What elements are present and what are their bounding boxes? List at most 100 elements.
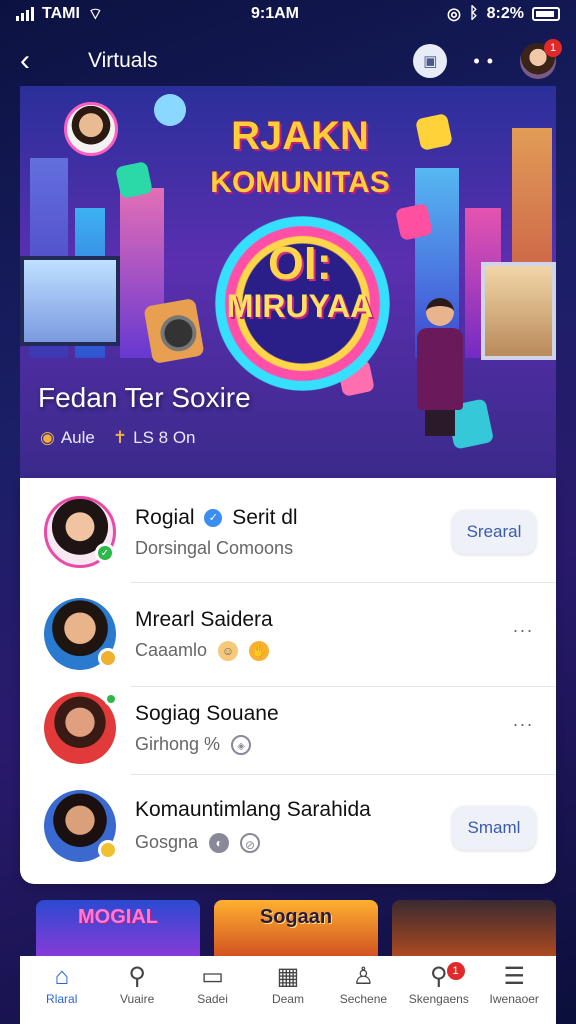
status-time: 9:1AM (251, 5, 300, 22)
briefcase-icon: ▭ (201, 963, 224, 990)
list-item-subtitle: Dorsingal Comoons (135, 538, 294, 558)
tab-menu[interactable]: ☰ Iwenaoer (477, 962, 552, 1024)
tab-label: Rlaral (46, 992, 78, 1006)
list-item-subtitle: Gosgna ◐ ⊘ (135, 832, 261, 854)
game-icon (115, 161, 153, 199)
ball-icon (415, 113, 453, 151)
wifi-icon: ⌔ (87, 6, 103, 23)
video-screen-left (20, 256, 120, 346)
hero-title-secondary: KOMUNITAS (210, 166, 390, 199)
hero-meta: ◉ Aule ✝ LS 8 On (40, 428, 196, 448)
tab-home[interactable]: ⌂ Rlaral (24, 962, 99, 1024)
hero-badge-text: OI: (268, 237, 332, 289)
presenter-illustration (415, 298, 465, 440)
speaker-icon (143, 297, 205, 365)
chat-bubble-icon (151, 91, 189, 129)
tab-label: Sadei (197, 992, 228, 1006)
avatar[interactable] (44, 790, 118, 862)
person-icon: ♙ (352, 963, 375, 990)
thumbnail-card[interactable]: MOGIAL (36, 900, 200, 958)
calendar-icon: ▦ (276, 963, 300, 990)
compass-icon: ◐ (209, 833, 230, 854)
battery-icon (531, 7, 560, 21)
divider (130, 774, 556, 775)
online-indicator (98, 840, 118, 860)
notification-badge: 1 (446, 962, 465, 980)
tab-label: Iwenaoer (489, 992, 539, 1006)
chat-search-icon: ⚲ (430, 963, 448, 990)
join-button[interactable]: Srearal (452, 510, 536, 554)
video-screen-right (481, 262, 556, 360)
profile-avatar[interactable]: 1 (520, 39, 562, 79)
more-options-button[interactable]: ... (513, 616, 534, 637)
bottom-tab-bar: ⌂ Rlaral ⚲ Vuaire ▭ Sadei ▦ Deam ♙ Seche… (20, 956, 556, 1024)
more-options-button[interactable]: ... (513, 710, 534, 731)
join-button[interactable]: Smaml (452, 806, 536, 850)
carrier-label: TAMI (42, 5, 80, 22)
location-icon: ◉ (40, 428, 55, 447)
bluetooth-icon: ᛒ (469, 5, 479, 22)
host-avatar (64, 102, 118, 156)
thumbnail-strip: MOGIAL Sogaan (36, 900, 556, 958)
verified-icon: ✓ (204, 509, 223, 528)
notification-badge: 1 (544, 39, 562, 57)
subtitle-text: Girhong % (135, 734, 221, 754)
hero-meta-time: LS 8 On (133, 428, 196, 447)
tab-label: Vuaire (120, 992, 155, 1006)
tab-profile[interactable]: ♙ Sechene (326, 962, 401, 1024)
hero-banner[interactable]: RJAKN KOMUNITAS OI: MIRUYAA Fedan Ter So… (20, 86, 556, 478)
tab-search[interactable]: ⚲ Vuaire (99, 962, 174, 1024)
tv-icon[interactable]: ▣ (413, 44, 448, 78)
list-item-subtitle: Caaamlo ☺ ✋ (135, 640, 270, 662)
tab-calendar[interactable]: ▦ Deam (250, 962, 325, 1024)
star-icon (395, 203, 433, 241)
online-indicator (98, 648, 118, 668)
tab-briefcase[interactable]: ▭ Sadei (175, 962, 250, 1024)
community-name-suffix: Serit dl (232, 506, 298, 529)
subtitle-text: Gosgna (135, 832, 199, 852)
list-item-name[interactable]: Komauntimlang Sarahida (135, 798, 371, 822)
battery-percent: 8:2% (486, 5, 524, 22)
thumbnail-card[interactable] (392, 900, 556, 958)
tab-label: Deam (271, 992, 304, 1006)
home-icon: ⌂ (54, 963, 69, 990)
emoji-icon: ☺ (218, 641, 239, 662)
list-item-name[interactable]: Rogial ✓ Serit dl (135, 506, 298, 530)
alarm-icon: ◎ (447, 6, 462, 23)
hero-badge-subtext: MIRUYAA (226, 288, 374, 324)
avatar[interactable] (44, 692, 118, 764)
mute-icon: ⊘ (240, 833, 261, 854)
list-item-subtitle: Girhong % ◈ (135, 734, 252, 756)
list-item-name[interactable]: Sogiag Souane (135, 702, 279, 726)
thumbnail-card[interactable]: Sogaan (214, 900, 378, 958)
tab-label: Sechene (339, 992, 388, 1006)
avatar[interactable]: ✓ (44, 496, 116, 568)
thumbnail-label: Sogaan (259, 906, 333, 928)
community-name: Rogial (135, 506, 195, 529)
hero-meta-location: Aule (60, 428, 95, 447)
divider (130, 686, 556, 687)
divider (130, 582, 556, 583)
more-options-icon[interactable]: • • (473, 51, 494, 72)
hero-caption: Fedan Ter Soxire (38, 382, 251, 413)
wave-hand-icon: ✋ (249, 641, 270, 662)
pin-icon: ✝ (112, 428, 128, 447)
menu-icon: ☰ (503, 963, 525, 990)
online-indicator: ✓ (95, 543, 115, 563)
search-icon: ⚲ (128, 963, 146, 990)
tab-label: Skengaens (408, 992, 469, 1006)
avatar[interactable] (44, 598, 118, 670)
list-item-name[interactable]: Mrearl Saidera (135, 608, 273, 632)
page-title: Virtuals (88, 49, 158, 72)
status-bar: TAMI ⌔ 9:1AM ◎ ᛒ 8:2% (0, 0, 576, 28)
community-list: ✓ Rogial ✓ Serit dl Dorsingal Comoons Sr… (20, 478, 556, 884)
online-indicator (104, 692, 118, 706)
thumbnail-label: MOGIAL (78, 906, 158, 928)
shield-icon: ◈ (231, 735, 252, 756)
signal-icon (16, 7, 34, 21)
top-nav: ‹ Virtuals ▣ • • 1 (0, 36, 576, 86)
back-button[interactable]: ‹ (20, 46, 60, 76)
hero-title: RJAKN (231, 114, 369, 158)
subtitle-text: Caaamlo (135, 640, 208, 660)
tab-messages[interactable]: ⚲ 1 Skengaens (401, 962, 476, 1024)
